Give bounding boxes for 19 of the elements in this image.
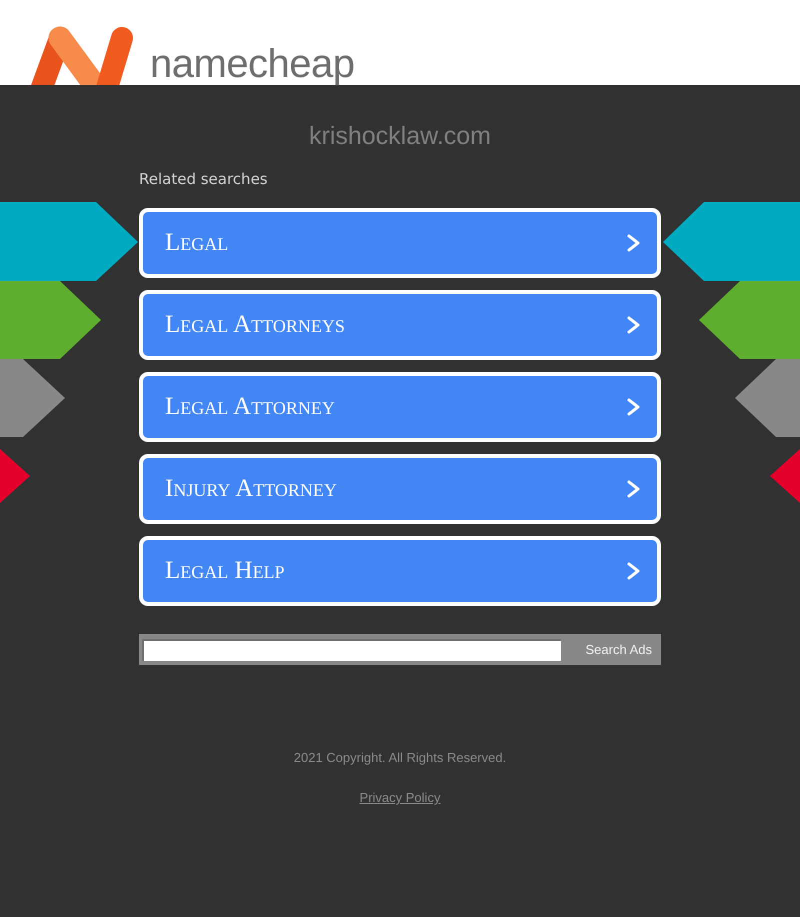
chevron-right-icon xyxy=(627,480,641,498)
chevron-right-icon xyxy=(627,316,641,334)
search-input[interactable] xyxy=(142,638,561,660)
domain-title: krishocklaw.com xyxy=(309,121,491,152)
arrow-banner xyxy=(770,449,800,503)
chevron-right-icon xyxy=(627,234,641,252)
related-search-link[interactable]: Legal Help xyxy=(139,536,661,606)
related-search-link[interactable]: Legal Attorney xyxy=(139,372,661,442)
chevron-right-icon xyxy=(627,562,641,580)
search-ads-button[interactable]: Search Ads xyxy=(561,634,661,665)
related-search-link[interactable]: Legal Attorneys xyxy=(139,290,661,360)
copyright-text: 2021 Copyright. All Rights Reserved. xyxy=(294,749,506,767)
chevron-right-icon xyxy=(627,398,641,416)
related-search-link[interactable]: Legal xyxy=(139,208,661,278)
privacy-policy-link[interactable]: Privacy Policy xyxy=(360,789,440,807)
related-searches-heading: Related searches xyxy=(139,169,268,189)
related-search-link[interactable]: Injury Attorney xyxy=(139,454,661,524)
logo-text: namecheap xyxy=(150,44,355,84)
arrow-banner xyxy=(0,449,30,503)
